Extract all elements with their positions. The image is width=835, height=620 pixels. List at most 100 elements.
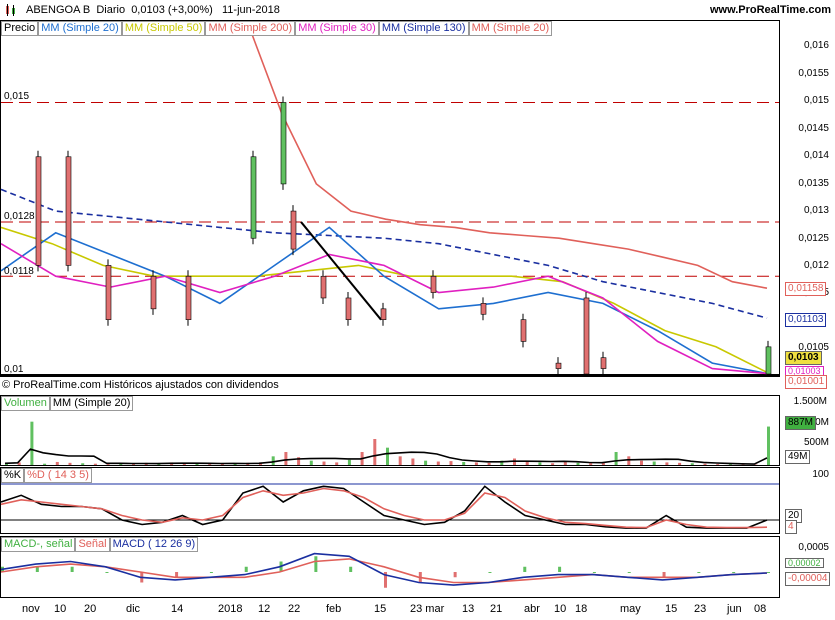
candle-body	[520, 319, 527, 342]
x-tick-label: 12	[258, 603, 271, 615]
volume-bar	[449, 461, 453, 465]
x-tick-label: 15	[374, 603, 387, 615]
volume-bar	[690, 463, 694, 465]
candle-body	[280, 102, 287, 185]
vol-ma-badge: 49M	[785, 450, 811, 464]
volume-bar	[398, 456, 402, 465]
legend-vol-mm20[interactable]: MM (Simple 20)	[49, 396, 134, 411]
ma20-badge: 0,01001	[785, 375, 828, 389]
price-tick: 0,0125	[798, 233, 829, 244]
legend-mm50[interactable]: MM (Simple 50)	[121, 21, 206, 36]
macd-legend: MACD-, señal Señal MACD ( 12 26 9)	[1, 537, 199, 552]
macd-hist-bar	[592, 572, 596, 573]
macd-hist-bar	[70, 566, 74, 572]
x-tick-label: nov	[22, 603, 40, 615]
candle-body	[480, 303, 487, 315]
volume-bar	[424, 460, 428, 465]
macd-hist-bar	[488, 572, 492, 573]
volume-bar	[309, 460, 313, 465]
volume-legend: Volumen MM (Simple 20)	[1, 396, 134, 411]
level-label-1: 0,015	[4, 91, 30, 102]
stoch-tick: 100	[812, 469, 829, 480]
volume-bar	[30, 421, 34, 465]
macd-axis: 0,0005 0,00002 -0,00004	[781, 536, 835, 598]
volume-bar	[335, 462, 339, 465]
volume-bar	[614, 452, 618, 465]
volume-bar	[652, 461, 656, 465]
chart-header: ABENGOA B Diario 0,0103 (+3,00%) 11-jun-…	[0, 0, 835, 20]
ma-line-2	[1, 226, 768, 374]
macd-hist-bar	[627, 572, 631, 573]
x-tick-label: 15	[665, 603, 678, 615]
volume-bar	[462, 461, 466, 465]
legend-mm20b[interactable]: MM (Simple 20)	[468, 21, 553, 36]
x-tick-label: 13	[462, 603, 475, 615]
legend-precio[interactable]: Precio	[1, 21, 39, 36]
volume-bar	[322, 461, 326, 465]
ma-line-0	[246, 21, 768, 289]
x-tick-label: 21	[490, 603, 503, 615]
x-tick-label: 22	[288, 603, 301, 615]
candle-body	[583, 297, 590, 375]
volume-bar	[208, 464, 212, 465]
price-tick: 0,0155	[798, 68, 829, 79]
volume-bar	[93, 463, 97, 465]
volume-bar	[68, 462, 72, 465]
volume-bar	[640, 460, 643, 465]
stochastic-panel: %K %D ( 14 3 5)	[0, 467, 780, 534]
stoch-axis: 100 20 4	[781, 467, 835, 534]
volume-bar	[538, 462, 542, 465]
volume-bar	[551, 463, 555, 465]
legend-mm20[interactable]: MM (Simple 20)	[38, 21, 122, 36]
level-label-2: 0,0128	[4, 211, 35, 222]
legend-macd[interactable]: MACD ( 12 26 9)	[109, 537, 199, 552]
candle-body	[290, 210, 297, 250]
x-tick-label: abr	[524, 603, 540, 615]
legend-k[interactable]: %K	[1, 468, 25, 483]
volume-bar	[716, 464, 720, 465]
stochastic-chart-svg	[1, 483, 779, 529]
legend-mm130[interactable]: MM (Simple 130)	[378, 21, 469, 36]
candle-body	[430, 275, 437, 293]
x-tick-label: 23	[694, 603, 707, 615]
volume-bar	[106, 464, 110, 465]
legend-signal[interactable]: Señal	[75, 537, 110, 552]
price-chart-svg	[1, 21, 779, 376]
volume-bar	[474, 462, 478, 465]
legend-mm30[interactable]: MM (Simple 30)	[295, 21, 379, 36]
price-tick: 0,0135	[798, 178, 829, 189]
site-url[interactable]: www.ProRealTime.com	[710, 4, 831, 16]
volume-bar	[703, 463, 707, 465]
volume-bar	[589, 463, 593, 465]
level-label-4: 0,01	[4, 364, 24, 375]
ma200-badge: 0,01158	[785, 282, 827, 296]
volume-bar	[665, 462, 669, 465]
macd-hist-bar	[523, 566, 527, 572]
x-tick-label: dic	[126, 603, 141, 615]
candle-body	[380, 308, 387, 320]
volume-bar	[411, 458, 415, 465]
price-axis: 0,016 0,0155 0,015 0,0145 0,014 0,0135 0…	[781, 20, 835, 395]
macd-hist-bar	[697, 572, 701, 573]
stoch-line-0	[1, 485, 768, 529]
macd-hist-bar	[662, 572, 666, 578]
price-tick: 0,016	[803, 40, 829, 51]
legend-volumen[interactable]: Volumen	[1, 396, 50, 411]
legend-mm200[interactable]: MM (Simple 200)	[205, 21, 296, 36]
x-tick-label: 20	[84, 603, 97, 615]
last-price-badge: 0,0103	[785, 351, 822, 365]
volume-axis: 1.500M 1.000M 887M 500M 49M	[781, 395, 835, 466]
vol-tick: 500M	[803, 437, 829, 448]
macd-hist-bar	[349, 566, 353, 572]
macd-tick: 0,0005	[798, 542, 829, 553]
stoch-legend: %K %D ( 14 3 5)	[1, 468, 92, 483]
macd-hist-bar	[105, 572, 109, 573]
candle-body	[35, 156, 42, 266]
volume-bar	[563, 461, 567, 465]
x-tick-label: 14	[171, 603, 184, 615]
candle-body	[105, 265, 112, 320]
volume-bar	[767, 426, 770, 465]
legend-macd-diff[interactable]: MACD-, señal	[1, 537, 76, 552]
candle-body	[345, 297, 352, 320]
legend-d[interactable]: %D ( 14 3 5)	[24, 468, 92, 483]
